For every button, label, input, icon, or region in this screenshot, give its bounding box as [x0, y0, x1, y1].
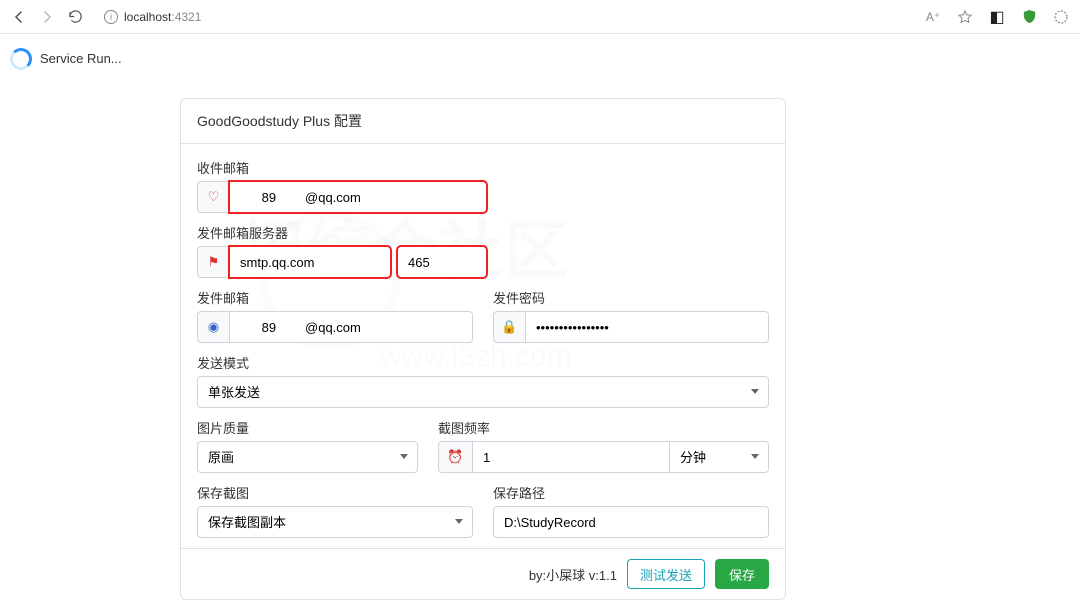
text-zoom-icon[interactable]: A⁺	[924, 8, 942, 26]
toolbar-right: A⁺ ◧	[924, 8, 1070, 26]
save-shot-label: 保存截图	[197, 483, 473, 502]
test-send-button[interactable]: 测试发送	[627, 559, 705, 589]
save-path-input[interactable]	[493, 506, 769, 538]
lock-icon: 🔒	[493, 311, 525, 343]
send-mode-select[interactable]: 单张发送	[197, 376, 769, 408]
smtp-port-input[interactable]	[397, 246, 487, 278]
field-save-shot: 保存截图 保存截图副本	[197, 483, 473, 538]
heart-icon: ♡	[197, 181, 229, 213]
refresh-button[interactable]	[66, 8, 84, 26]
card-footer: by:小屎球 v:1.1 测试发送 保存	[181, 548, 785, 599]
send-email-input[interactable]	[229, 311, 473, 343]
frequency-input[interactable]	[472, 441, 669, 473]
quality-select[interactable]: 原画	[197, 441, 418, 473]
config-card: GoodGoodstudy Plus 配置 收件邮箱 ♡ 发件邮箱服务器 ⚑	[180, 98, 786, 600]
loading-spinner-icon	[10, 48, 32, 70]
camera-icon: ◉	[197, 311, 229, 343]
send-email-label: 发件邮箱	[197, 288, 473, 307]
back-button[interactable]	[10, 8, 28, 26]
left-panel: Service Run...	[0, 34, 160, 84]
field-send-email: 发件邮箱 ◉	[197, 288, 473, 343]
url-host: localhost	[124, 10, 171, 24]
field-smtp-server: 发件邮箱服务器 ⚑	[197, 223, 769, 278]
field-send-mode: 发送模式 单张发送	[197, 353, 769, 408]
field-save-path: 保存路径	[493, 483, 769, 538]
save-shot-select[interactable]: 保存截图副本	[197, 506, 473, 538]
extension-icon[interactable]: ◧	[988, 8, 1006, 26]
password-input[interactable]	[525, 311, 769, 343]
quality-label: 图片质量	[197, 418, 418, 437]
clock-icon: ⏰	[438, 441, 472, 473]
smtp-host-input[interactable]	[229, 246, 391, 278]
receive-email-label: 收件邮箱	[197, 158, 769, 177]
favorite-icon[interactable]	[956, 8, 974, 26]
settings-icon[interactable]	[1052, 8, 1070, 26]
browser-toolbar: i localhost:4321 A⁺ ◧	[0, 0, 1080, 34]
save-path-label: 保存路径	[493, 483, 769, 502]
send-mode-label: 发送模式	[197, 353, 769, 372]
frequency-unit-select[interactable]: 分钟	[669, 441, 769, 473]
frequency-label: 截图频率	[438, 418, 769, 437]
card-title: GoodGoodstudy Plus 配置	[181, 99, 785, 144]
field-receive-email: 收件邮箱 ♡	[197, 158, 769, 213]
forward-button[interactable]	[38, 8, 56, 26]
smtp-label: 发件邮箱服务器	[197, 223, 769, 242]
field-password: 发件密码 🔒	[493, 288, 769, 343]
field-quality: 图片质量 原画	[197, 418, 418, 473]
site-info-icon[interactable]: i	[104, 10, 118, 24]
flag-icon: ⚑	[197, 246, 229, 278]
url-port: :4321	[171, 10, 201, 24]
password-label: 发件密码	[493, 288, 769, 307]
shield-icon[interactable]	[1020, 8, 1038, 26]
field-frequency: 截图频率 ⏰ 分钟	[438, 418, 769, 473]
receive-email-input[interactable]	[229, 181, 487, 213]
author-text: by:小屎球 v:1.1	[529, 565, 617, 584]
address-bar[interactable]: i localhost:4321	[94, 4, 914, 30]
save-button[interactable]: 保存	[715, 559, 769, 589]
service-status: Service Run...	[40, 48, 122, 66]
